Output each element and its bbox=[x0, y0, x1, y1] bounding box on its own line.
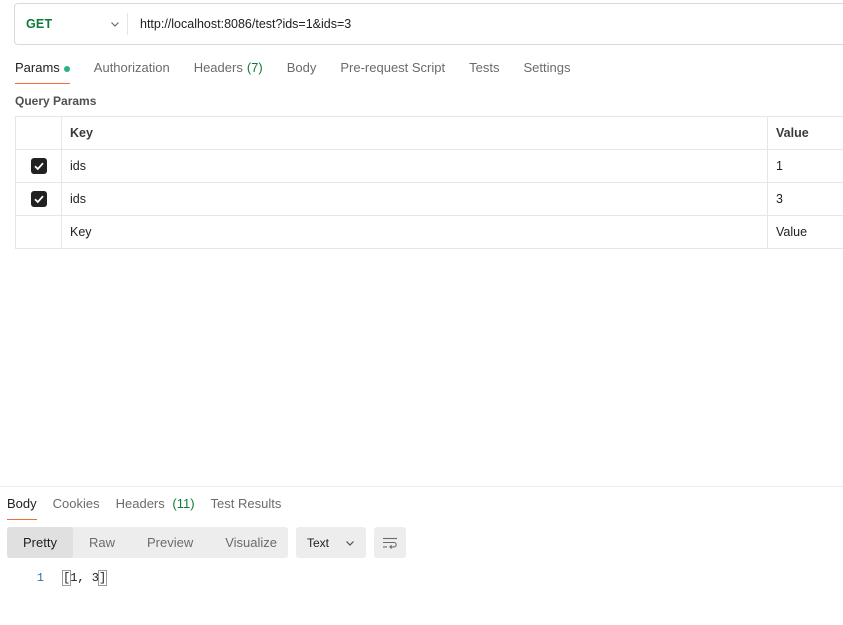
response-tab-test-results-label: Test Results bbox=[210, 496, 282, 511]
close-bracket: ] bbox=[97, 570, 108, 586]
method-select[interactable]: GET bbox=[15, 4, 127, 44]
tab-pre-request-script[interactable]: Pre-request Script bbox=[340, 56, 445, 86]
query-params-title: Query Params bbox=[15, 94, 97, 108]
checkmark-icon bbox=[33, 162, 44, 171]
wrap-lines-icon bbox=[383, 537, 397, 549]
new-key-input[interactable]: Key bbox=[61, 215, 768, 249]
table-row-empty: Key Value bbox=[15, 215, 843, 249]
param-value-cell[interactable]: 1 bbox=[767, 149, 843, 183]
new-value-input[interactable]: Value bbox=[767, 215, 843, 249]
view-pretty-button[interactable]: Pretty bbox=[7, 527, 73, 558]
response-tab-test-results[interactable]: Test Results bbox=[211, 494, 282, 520]
view-preview-button[interactable]: Preview bbox=[131, 527, 209, 558]
checkbox-column-header bbox=[15, 116, 62, 150]
line-number: 1 bbox=[36, 571, 44, 585]
code-values: 1, 3 bbox=[70, 571, 100, 585]
response-tabs: Body Cookies Headers (11) Test Results bbox=[7, 494, 297, 520]
response-tab-headers[interactable]: Headers (11) bbox=[116, 494, 195, 520]
tab-authorization-label: Authorization bbox=[93, 60, 170, 75]
format-select[interactable]: Text bbox=[296, 527, 366, 558]
table-row: ids 3 bbox=[15, 182, 843, 216]
response-tab-body-label: Body bbox=[7, 496, 37, 511]
body-view-switcher: Pretty Raw Preview Visualize bbox=[7, 527, 288, 558]
code-content[interactable]: [1, 3] bbox=[61, 570, 108, 586]
param-value-cell[interactable]: 3 bbox=[767, 182, 843, 216]
wrap-lines-button[interactable] bbox=[374, 527, 406, 558]
response-divider bbox=[0, 486, 843, 487]
tab-body[interactable]: Body bbox=[287, 56, 317, 86]
tab-headers-label: Headers bbox=[193, 60, 243, 75]
response-headers-count: (11) bbox=[172, 496, 195, 511]
row-checkbox-cell bbox=[15, 182, 62, 216]
url-input[interactable] bbox=[128, 4, 843, 44]
tab-tests[interactable]: Tests bbox=[469, 56, 499, 86]
view-raw-button[interactable]: Raw bbox=[73, 527, 131, 558]
chevron-down-icon bbox=[346, 541, 354, 546]
param-key-cell[interactable]: ids bbox=[61, 182, 768, 216]
checkmark-icon bbox=[33, 195, 44, 204]
empty-checkbox-cell bbox=[15, 215, 62, 249]
tab-params-label: Params bbox=[15, 60, 60, 75]
format-label: Text bbox=[307, 535, 330, 550]
params-active-dot bbox=[63, 66, 70, 72]
tab-authorization[interactable]: Authorization bbox=[94, 56, 170, 86]
table-row: ids 1 bbox=[15, 149, 843, 183]
tab-tests-label: Tests bbox=[469, 60, 500, 75]
code-line: 1 [1, 3] bbox=[0, 569, 843, 587]
view-visualize-button[interactable]: Visualize bbox=[209, 527, 293, 558]
key-column-header: Key bbox=[61, 116, 768, 150]
chevron-down-icon bbox=[111, 22, 119, 27]
param-key-cell[interactable]: ids bbox=[61, 149, 768, 183]
tab-settings-label: Settings bbox=[523, 60, 571, 75]
response-tab-cookies-label: Cookies bbox=[52, 496, 100, 511]
value-column-header: Value bbox=[767, 116, 843, 150]
tab-pre-request-label: Pre-request Script bbox=[340, 60, 446, 75]
tab-params[interactable]: Params bbox=[15, 56, 70, 86]
query-params-table: Key Value ids 1 ids 3 Key Value bbox=[15, 116, 843, 249]
row-checkbox[interactable] bbox=[30, 158, 47, 174]
response-tab-headers-label: Headers bbox=[115, 496, 165, 511]
tab-headers[interactable]: Headers (7) bbox=[194, 56, 263, 86]
response-tab-cookies[interactable]: Cookies bbox=[53, 494, 100, 520]
response-tab-body[interactable]: Body bbox=[7, 494, 37, 520]
headers-count: (7) bbox=[246, 60, 263, 75]
table-header-row: Key Value bbox=[15, 116, 843, 150]
request-url-bar: GET bbox=[14, 3, 843, 45]
row-checkbox-cell bbox=[15, 149, 62, 183]
row-checkbox[interactable] bbox=[30, 191, 47, 207]
tab-settings[interactable]: Settings bbox=[523, 56, 570, 86]
request-tabs: Params Authorization Headers (7) Body Pr… bbox=[15, 56, 594, 86]
tab-body-label: Body bbox=[286, 60, 317, 75]
method-label: GET bbox=[26, 17, 53, 31]
